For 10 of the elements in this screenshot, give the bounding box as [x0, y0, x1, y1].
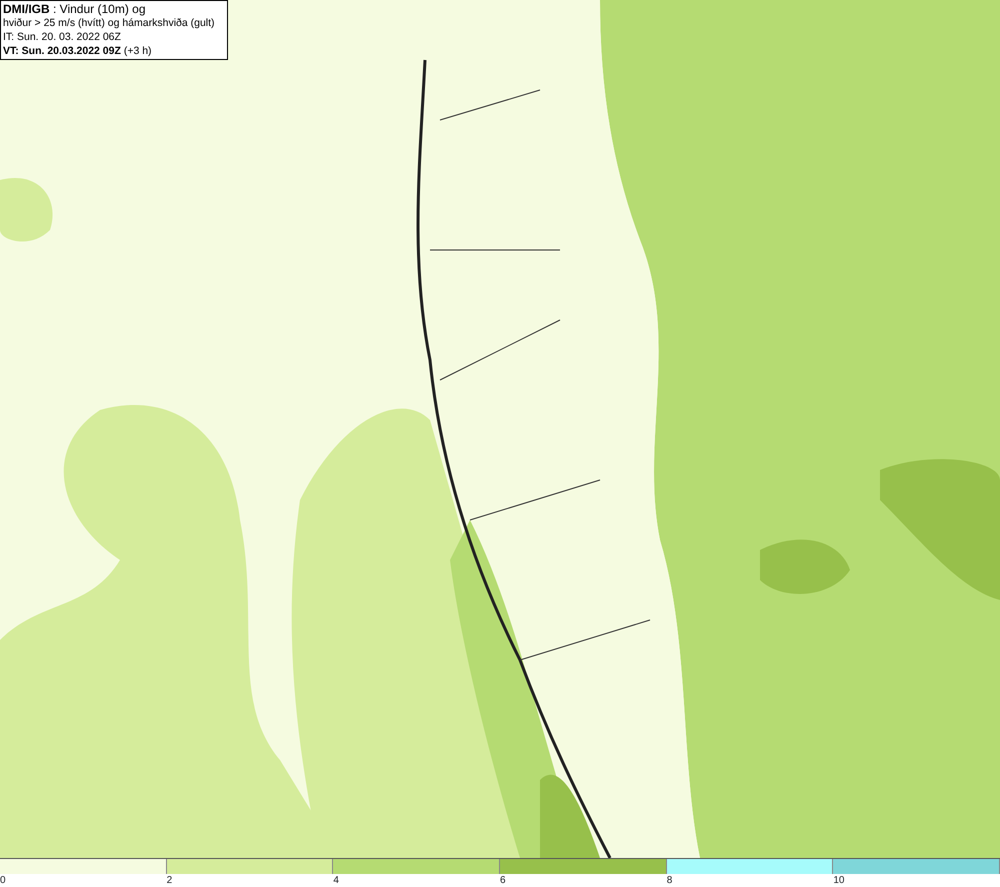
- legend-label: 0: [0, 875, 6, 886]
- legend-label: 6: [500, 875, 506, 886]
- legend-label: 8: [666, 875, 672, 886]
- legend-label: 4: [333, 875, 339, 886]
- title-line: IT: Sun. 20. 03. 2022 06Z: [3, 30, 122, 44]
- legend-label: 10: [833, 875, 844, 886]
- title-line: VT: Sun. 20.03.2022 09Z (+3 h): [3, 44, 153, 58]
- legend-label: 2: [166, 875, 172, 886]
- title-line: hviður > 25 m/s (hvítt) og hámarkshviða (gult): [3, 16, 216, 30]
- title-line: DMI/IGB : Vindur (10m) og: [3, 2, 146, 16]
